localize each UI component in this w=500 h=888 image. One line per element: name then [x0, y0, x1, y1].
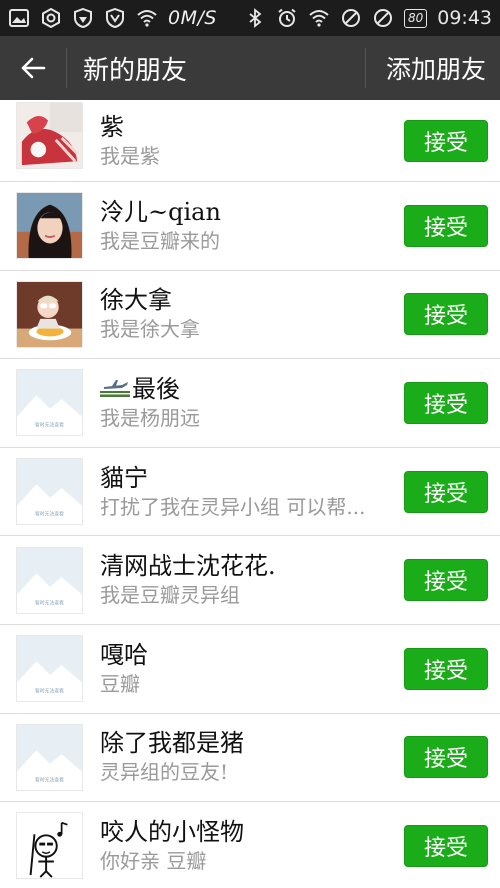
title-bar: 新的朋友 添加朋友	[0, 36, 500, 100]
request-message: 我是豆瓣灵异组	[100, 583, 240, 608]
list-item[interactable]: 暂时无法查看 最後 我是杨朋远 接受	[0, 359, 500, 448]
settings-hex-icon	[40, 7, 62, 29]
placeholder-caption: 暂时无法查看	[35, 599, 64, 606]
avatar[interactable]: 暂时无法查看	[16, 458, 83, 526]
placeholder-image-icon: 暂时无法查看	[17, 459, 82, 525]
vpn-shield-icon	[104, 7, 126, 29]
placeholder-caption: 暂时无法查看	[35, 422, 64, 429]
accept-button[interactable]: 接受	[404, 381, 488, 424]
friend-name: 最後	[100, 374, 390, 404]
photo-child-food-image	[17, 281, 82, 347]
request-info: 嘎哈 豆瓣	[100, 640, 390, 698]
placeholder-image-icon: 暂时无法查看	[17, 636, 82, 702]
request-info: 咬人的小怪物 你好亲 豆瓣	[100, 817, 390, 875]
status-bar: 0M/S 80 09:43	[0, 0, 500, 36]
request-message: 我是紫	[100, 143, 160, 168]
friend-name: 泠儿~qian	[100, 197, 221, 226]
friend-request-list: 紫 我是紫 接受 泠儿~qian 我是豆瓣来的 接受 徐大拿 我是徐大拿 接受 …	[0, 100, 500, 888]
accept-button[interactable]: 接受	[404, 293, 488, 336]
no-sim-icon	[340, 7, 362, 29]
wifi-icon	[308, 7, 330, 29]
avatar[interactable]: 暂时无法查看	[16, 723, 83, 791]
avatar[interactable]: 暂时无法查看	[16, 546, 83, 614]
photo-woman-image	[17, 193, 82, 259]
list-item[interactable]: 徐大拿 我是徐大拿 接受	[0, 270, 500, 360]
title-divider	[66, 48, 67, 88]
list-item[interactable]: 暂时无法查看 貓宁 打扰了我在灵异小组 可以帮... 接受	[0, 447, 500, 537]
friend-name: 紫	[100, 112, 124, 141]
friend-name-text: 最後	[132, 374, 180, 403]
accept-button[interactable]: 接受	[404, 559, 488, 602]
request-message: 打扰了我在灵异小组 可以帮...	[100, 494, 366, 519]
back-arrow-icon	[21, 57, 46, 79]
accept-button[interactable]: 接受	[404, 824, 488, 867]
placeholder-image-icon: 暂时无法查看	[17, 370, 82, 436]
status-time: 09:43	[437, 7, 492, 29]
accept-button[interactable]: 接受	[404, 204, 488, 247]
network-speed: 0M/S	[168, 7, 217, 29]
accept-button[interactable]: 接受	[404, 119, 488, 162]
placeholder-caption: 暂时无法查看	[35, 510, 64, 517]
accept-button[interactable]: 接受	[404, 470, 488, 513]
avatar[interactable]	[16, 812, 83, 880]
request-message: 你好亲 豆瓣	[100, 848, 207, 873]
status-icons-right: 80 09:43	[244, 7, 492, 29]
placeholder-image-icon: 暂时无法查看	[17, 547, 82, 613]
list-item[interactable]: 暂时无法查看 除了我都是猪 灵异组的豆友! 接受	[0, 713, 500, 803]
action-divider	[364, 48, 366, 88]
no-signal-icon	[372, 7, 394, 29]
friend-name: 嘎哈	[100, 640, 148, 669]
shield-icon	[72, 7, 94, 29]
placeholder-caption: 暂时无法查看	[35, 688, 64, 695]
list-item[interactable]: 咬人的小怪物 你好亲 豆瓣 接受	[0, 802, 500, 888]
friend-name: 貓宁	[100, 463, 148, 492]
request-info: 最後 我是杨朋远	[100, 374, 390, 432]
avatar[interactable]: 暂时无法查看	[16, 369, 83, 437]
friend-name: 除了我都是猪	[100, 729, 244, 758]
title-actions: 添加朋友	[364, 36, 500, 100]
battery-indicator: 80	[403, 8, 428, 28]
request-message: 灵异组的豆友!	[100, 760, 229, 785]
alarm-icon	[276, 7, 298, 29]
request-info: 泠儿~qian 我是豆瓣来的	[100, 197, 390, 255]
request-message: 我是徐大拿	[100, 317, 200, 342]
friend-name: 清网战士沈花花.	[100, 552, 276, 581]
request-info: 徐大拿 我是徐大拿	[100, 285, 390, 343]
request-message: 我是杨朋远	[100, 405, 200, 430]
friend-name: 徐大拿	[100, 286, 172, 315]
bluetooth-icon	[244, 7, 266, 29]
add-friend-button[interactable]: 添加朋友	[386, 50, 500, 86]
photo-red-item-image	[17, 103, 82, 168]
request-message: 我是豆瓣来的	[100, 228, 220, 253]
placeholder-caption: 暂时无法查看	[35, 776, 64, 783]
airplane-emoji-icon	[100, 379, 130, 397]
placeholder-image-icon: 暂时无法查看	[17, 724, 82, 790]
friend-name: 咬人的小怪物	[100, 817, 244, 846]
request-info: 清网战士沈花花. 我是豆瓣灵异组	[100, 551, 390, 609]
request-info: 除了我都是猪 灵异组的豆友!	[100, 728, 390, 786]
gallery-icon	[8, 7, 30, 29]
list-item[interactable]: 暂时无法查看 嘎哈 豆瓣 接受	[0, 624, 500, 714]
request-message: 豆瓣	[100, 671, 140, 696]
wifi-download-icon	[136, 7, 158, 29]
list-item[interactable]: 泠儿~qian 我是豆瓣来的 接受	[0, 182, 500, 271]
list-item[interactable]: 紫 我是紫 接受	[0, 100, 500, 182]
request-info: 紫 我是紫	[100, 112, 390, 170]
list-item[interactable]: 暂时无法查看 清网战士沈花花. 我是豆瓣灵异组 接受	[0, 536, 500, 625]
avatar[interactable]	[16, 280, 83, 348]
drawing-stickman-image	[17, 813, 82, 879]
avatar[interactable]	[16, 102, 83, 169]
accept-button[interactable]: 接受	[404, 736, 488, 779]
page-title: 新的朋友	[83, 55, 188, 86]
accept-button[interactable]: 接受	[404, 647, 488, 690]
request-info: 貓宁 打扰了我在灵异小组 可以帮...	[100, 463, 390, 521]
avatar[interactable]: 暂时无法查看	[16, 635, 83, 703]
status-icons-left: 0M/S	[8, 7, 217, 29]
avatar[interactable]	[16, 192, 83, 260]
back-button[interactable]	[0, 36, 66, 100]
